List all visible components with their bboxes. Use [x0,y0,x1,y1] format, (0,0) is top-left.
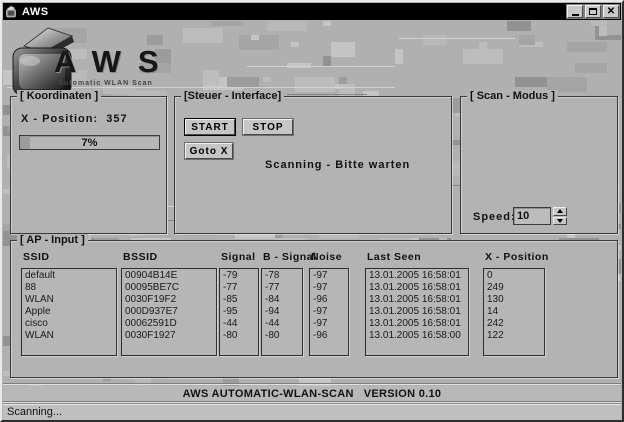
list-item[interactable]: -44 [262,318,302,330]
list-item[interactable]: 0 [484,270,544,282]
logo-subtitle: Automatic WLAN Scan [58,80,153,87]
list-item[interactable]: -94 [262,306,302,318]
speed-up-button[interactable] [553,207,567,216]
arrow-up-icon [557,209,563,213]
list-item[interactable]: 88 [22,282,116,294]
speed-label: Speed: [473,211,516,223]
list-item[interactable]: 0030F19F2 [122,294,216,306]
list-item[interactable]: -44 [220,318,258,330]
goto-x-button[interactable]: Goto X [185,143,233,159]
group-ap-input: [ AP - Input ] SSID BSSID Signal B - Sig… [10,240,618,378]
column-header-last-seen: Last Seen [367,251,421,263]
arrow-down-icon [557,219,563,223]
divider [3,383,621,385]
list-item[interactable]: -80 [220,330,258,342]
list-item[interactable]: 14 [484,306,544,318]
close-button[interactable]: ✕ [603,5,619,18]
logo-title: AWS [54,44,176,80]
list-item[interactable]: Apple [22,306,116,318]
column-header-signal: Signal [221,251,256,263]
noise-list[interactable]: -97-97-96-97-97-96 [309,268,349,356]
column-header-x-position: X - Position [485,251,549,263]
column-header-ssid: SSID [23,251,50,263]
list-item[interactable]: -79 [220,270,258,282]
list-item[interactable]: -97 [310,318,348,330]
list-item[interactable]: -97 [310,306,348,318]
footer-text: AWS AUTOMATIC-WLAN-SCAN VERSION 0.10 [183,388,442,400]
app-window: AWS ✕ [0,0,624,422]
list-item[interactable]: -85 [220,294,258,306]
speed-input[interactable]: 10 [513,207,551,225]
list-item[interactable]: WLAN [22,330,116,342]
list-item[interactable]: -77 [220,282,258,294]
close-icon: ✕ [607,7,615,17]
minimize-icon [572,14,579,16]
start-button[interactable]: START [185,119,235,135]
list-item[interactable]: -78 [262,270,302,282]
x-position-list[interactable]: 024913014242122 [483,268,545,356]
group-koordinaten: [ Koordinaten ] X - Position: 357 7% [10,96,167,234]
list-item[interactable]: -80 [262,330,302,342]
list-item[interactable]: -97 [310,282,348,294]
footer: AWS AUTOMATIC-WLAN-SCAN VERSION 0.10 [3,386,621,401]
list-item[interactable]: 00904B14E [122,270,216,282]
column-header-b-signal: B - Signal [263,251,316,263]
column-header-noise: Noise [311,251,342,263]
progress-bar: 7% [19,135,160,150]
list-item[interactable]: 130 [484,294,544,306]
list-item[interactable]: 0030F1927 [122,330,216,342]
list-item[interactable]: -95 [220,306,258,318]
b-signal-list[interactable]: -78-77-84-94-44-80 [261,268,303,356]
list-item[interactable]: -96 [310,330,348,342]
signal-list[interactable]: -79-77-85-95-44-80 [219,268,259,356]
list-item[interactable]: cisco [22,318,116,330]
statusbar: Scanning... [3,403,621,420]
scan-status-text: Scanning - Bitte warten [265,159,410,171]
titlebar: AWS ✕ [3,3,621,20]
list-item[interactable]: WLAN [22,294,116,306]
maximize-button[interactable] [585,5,601,18]
list-item[interactable]: 249 [484,282,544,294]
status-text: Scanning... [7,406,62,418]
list-item[interactable]: 13.01.2005 16:58:01 [366,306,468,318]
list-item[interactable]: 13.01.2005 16:58:01 [366,294,468,306]
list-item[interactable]: 13.01.2005 16:58:01 [366,318,468,330]
list-item[interactable]: 13.01.2005 16:58:01 [366,270,468,282]
group-scan-modus-label: [ Scan - Modus ] [467,90,558,102]
list-item[interactable]: 00062591D [122,318,216,330]
x-position-text: X - Position: 357 [21,113,128,125]
list-item[interactable]: 13.01.2005 16:58:01 [366,282,468,294]
bssid-list[interactable]: 00904B14E00095BE7C0030F19F2000D937E70006… [121,268,217,356]
stop-button[interactable]: STOP [243,119,293,135]
list-item[interactable]: 13.01.2005 16:58:00 [366,330,468,342]
speed-spinner [553,207,567,225]
list-item[interactable]: 000D937E7 [122,306,216,318]
list-item[interactable]: -77 [262,282,302,294]
minimize-button[interactable] [567,5,583,18]
app-icon [5,5,18,18]
window-title: AWS [22,6,49,18]
group-steuer-interface: [Steuer - Interface] START STOP Goto X S… [174,96,452,234]
list-item[interactable]: 242 [484,318,544,330]
last-seen-list[interactable]: 13.01.2005 16:58:0113.01.2005 16:58:0113… [365,268,469,356]
list-item[interactable]: 00095BE7C [122,282,216,294]
speed-down-button[interactable] [553,217,567,226]
app-logo: AWS Automatic WLAN Scan [8,26,208,98]
group-scan-modus: [ Scan - Modus ] Speed: 10 [460,96,618,234]
list-item[interactable]: default [22,270,116,282]
maximize-icon [589,8,597,15]
list-item[interactable]: -97 [310,270,348,282]
window-controls: ✕ [567,5,619,18]
list-item[interactable]: -96 [310,294,348,306]
group-koordinaten-label: [ Koordinaten ] [17,90,101,102]
group-steuer-label: [Steuer - Interface] [181,90,284,102]
column-header-bssid: BSSID [123,251,158,263]
group-ap-input-label: [ AP - Input ] [17,234,88,246]
progress-text: 7% [20,137,159,149]
ssid-list[interactable]: default88WLANAppleciscoWLAN [21,268,117,356]
list-item[interactable]: 122 [484,330,544,342]
list-item[interactable]: -84 [262,294,302,306]
